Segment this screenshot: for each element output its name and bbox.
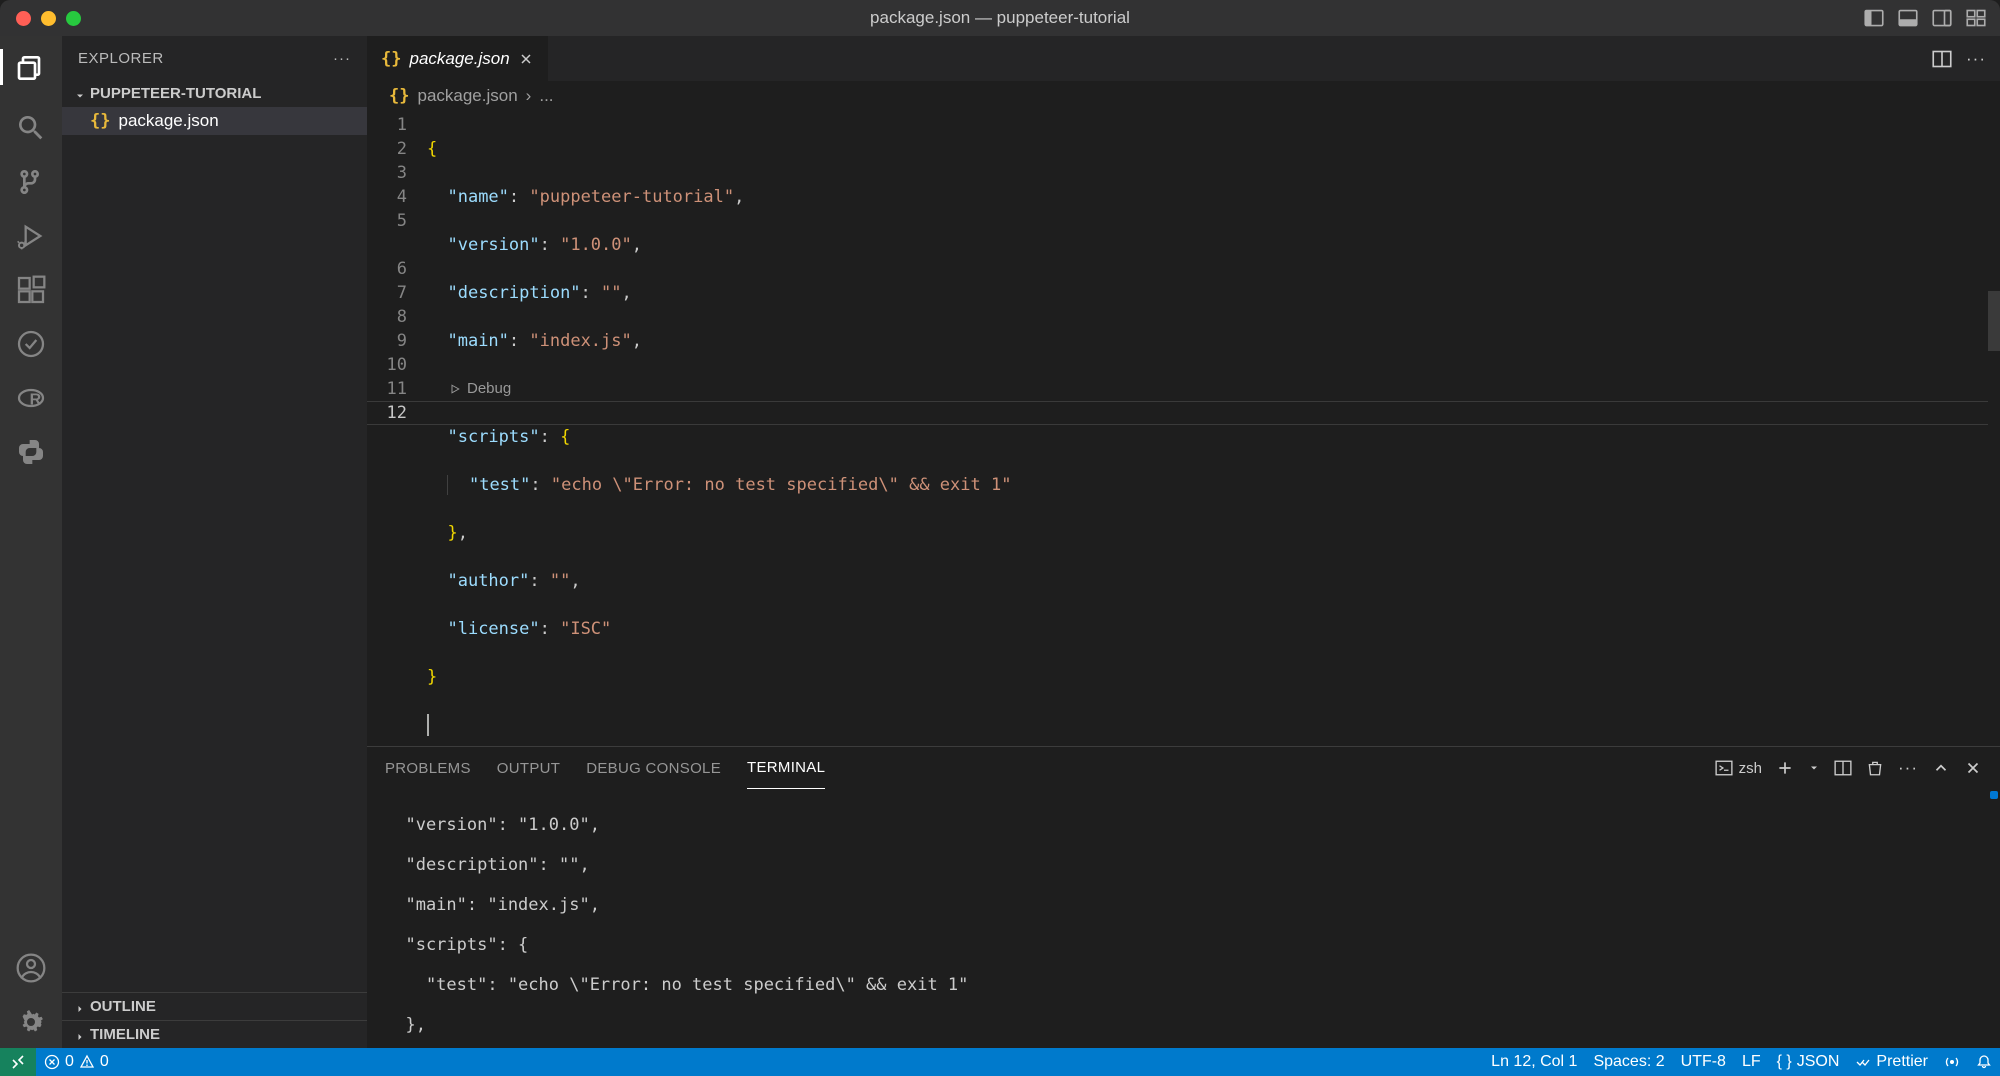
bell-icon bbox=[1976, 1054, 1992, 1070]
folder-name: PUPPETEER-TUTORIAL bbox=[90, 85, 261, 102]
terminal-shell-selector[interactable]: zsh bbox=[1715, 759, 1762, 777]
encoding-status[interactable]: UTF-8 bbox=[1673, 1048, 1734, 1076]
language-icon: { } bbox=[1777, 1053, 1792, 1071]
editor-group: {} package.json ··· {} package.json › ..… bbox=[367, 36, 2000, 1048]
window-controls bbox=[0, 11, 81, 26]
minimap-slider[interactable] bbox=[1988, 291, 2000, 351]
tab-bar: {} package.json ··· bbox=[367, 36, 2000, 81]
window-title: package.json — puppeteer-tutorial bbox=[870, 8, 1130, 28]
sidebar-section-timeline[interactable]: TIMELINE bbox=[62, 1020, 367, 1048]
python-activity-icon[interactable] bbox=[15, 436, 47, 468]
sidebar-folder-root[interactable]: PUPPETEER-TUTORIAL bbox=[62, 80, 367, 107]
maximize-panel-icon[interactable] bbox=[1932, 759, 1950, 777]
indentation-status[interactable]: Spaces: 2 bbox=[1585, 1048, 1672, 1076]
svg-text:R: R bbox=[30, 392, 42, 409]
chevron-down-icon bbox=[74, 89, 84, 99]
close-panel-icon[interactable] bbox=[1964, 759, 1982, 777]
chevron-right-icon bbox=[74, 1002, 84, 1012]
prettier-status[interactable]: Prettier bbox=[1847, 1048, 1936, 1076]
editor[interactable]: 1 2 3 4 5 6 7 8 9 10 11 12 { "name": "pu… bbox=[367, 111, 2000, 746]
feedback-status[interactable] bbox=[1936, 1048, 1968, 1076]
error-icon bbox=[44, 1054, 60, 1070]
split-editor-icon[interactable] bbox=[1932, 49, 1952, 69]
panel-more-icon[interactable]: ··· bbox=[1898, 758, 1918, 778]
notifications-status[interactable] bbox=[1968, 1048, 2000, 1076]
code-area[interactable]: { "name": "puppeteer-tutorial", "version… bbox=[427, 111, 2000, 746]
debug-codelens[interactable]: Debug bbox=[427, 377, 2000, 401]
breadcrumb-separator: › bbox=[526, 86, 532, 106]
terminal-dropdown-icon[interactable] bbox=[1808, 759, 1820, 777]
settings-gear-icon[interactable] bbox=[15, 1006, 47, 1038]
panel-tab-debug-console[interactable]: DEBUG CONSOLE bbox=[586, 747, 721, 789]
terminal[interactable]: "version": "1.0.0", "description": "", "… bbox=[367, 789, 2000, 1048]
tab-package-json[interactable]: {} package.json bbox=[367, 36, 549, 81]
live-share-activity-icon[interactable] bbox=[15, 328, 47, 360]
split-terminal-icon[interactable] bbox=[1834, 759, 1852, 777]
new-terminal-icon[interactable] bbox=[1776, 759, 1794, 777]
kill-terminal-icon[interactable] bbox=[1866, 759, 1884, 777]
file-name: package.json bbox=[118, 111, 218, 131]
breadcrumb-rest: ... bbox=[539, 86, 553, 106]
toggle-panel-icon[interactable] bbox=[1898, 8, 1918, 28]
toggle-primary-sidebar-icon[interactable] bbox=[1864, 8, 1884, 28]
json-file-icon: {} bbox=[389, 86, 409, 106]
explorer-activity-icon[interactable] bbox=[15, 52, 47, 84]
eol-status[interactable]: LF bbox=[1734, 1048, 1769, 1076]
json-file-icon: {} bbox=[381, 49, 401, 69]
titlebar: package.json — puppeteer-tutorial bbox=[0, 0, 2000, 36]
scroll-indicator bbox=[1990, 791, 1998, 799]
sidebar-file-package-json[interactable]: {} package.json bbox=[62, 107, 367, 135]
run-debug-activity-icon[interactable] bbox=[15, 220, 47, 252]
customize-layout-icon[interactable] bbox=[1966, 8, 1986, 28]
status-bar: 0 0 Ln 12, Col 1 Spaces: 2 UTF-8 LF { } … bbox=[0, 1048, 2000, 1076]
panel-tab-problems[interactable]: PROBLEMS bbox=[385, 747, 471, 789]
minimize-window-button[interactable] bbox=[41, 11, 56, 26]
tab-label: package.json bbox=[409, 49, 509, 69]
breadcrumb[interactable]: {} package.json › ... bbox=[367, 81, 2000, 111]
bottom-panel: PROBLEMS OUTPUT DEBUG CONSOLE TERMINAL z… bbox=[367, 746, 2000, 1048]
sidebar: EXPLORER ··· PUPPETEER-TUTORIAL {} packa… bbox=[62, 36, 367, 1048]
search-activity-icon[interactable] bbox=[15, 112, 47, 144]
r-language-activity-icon[interactable]: R bbox=[15, 382, 47, 414]
sidebar-section-outline[interactable]: OUTLINE bbox=[62, 992, 367, 1020]
accounts-activity-icon[interactable] bbox=[15, 952, 47, 984]
activity-bar: R bbox=[0, 36, 62, 1048]
toggle-secondary-sidebar-icon[interactable] bbox=[1932, 8, 1952, 28]
close-window-button[interactable] bbox=[16, 11, 31, 26]
explorer-title: EXPLORER bbox=[78, 50, 164, 67]
warning-icon bbox=[79, 1054, 95, 1070]
problems-status[interactable]: 0 0 bbox=[36, 1048, 117, 1076]
extensions-activity-icon[interactable] bbox=[15, 274, 47, 306]
timeline-label: TIMELINE bbox=[90, 1026, 160, 1043]
editor-more-icon[interactable]: ··· bbox=[1966, 49, 1986, 69]
text-cursor bbox=[427, 714, 429, 736]
outline-label: OUTLINE bbox=[90, 998, 156, 1015]
maximize-window-button[interactable] bbox=[66, 11, 81, 26]
cursor-position-status[interactable]: Ln 12, Col 1 bbox=[1483, 1048, 1585, 1076]
panel-tab-terminal[interactable]: TERMINAL bbox=[747, 747, 825, 789]
source-control-activity-icon[interactable] bbox=[15, 166, 47, 198]
broadcast-icon bbox=[1944, 1054, 1960, 1070]
check-double-icon bbox=[1855, 1054, 1871, 1070]
remote-icon bbox=[10, 1054, 26, 1070]
json-file-icon: {} bbox=[90, 111, 110, 131]
close-tab-icon[interactable] bbox=[518, 51, 534, 67]
terminal-icon bbox=[1715, 759, 1733, 777]
line-number-gutter: 1 2 3 4 5 6 7 8 9 10 11 12 bbox=[367, 111, 427, 746]
panel-tab-output[interactable]: OUTPUT bbox=[497, 747, 560, 789]
language-mode-status[interactable]: { } JSON bbox=[1769, 1048, 1848, 1076]
sidebar-header: EXPLORER ··· bbox=[62, 36, 367, 80]
remote-indicator[interactable] bbox=[0, 1048, 36, 1076]
explorer-more-icon[interactable]: ··· bbox=[333, 50, 351, 67]
chevron-right-icon bbox=[74, 1030, 84, 1040]
minimap[interactable] bbox=[1988, 111, 2000, 746]
breadcrumb-file: package.json bbox=[417, 86, 517, 106]
